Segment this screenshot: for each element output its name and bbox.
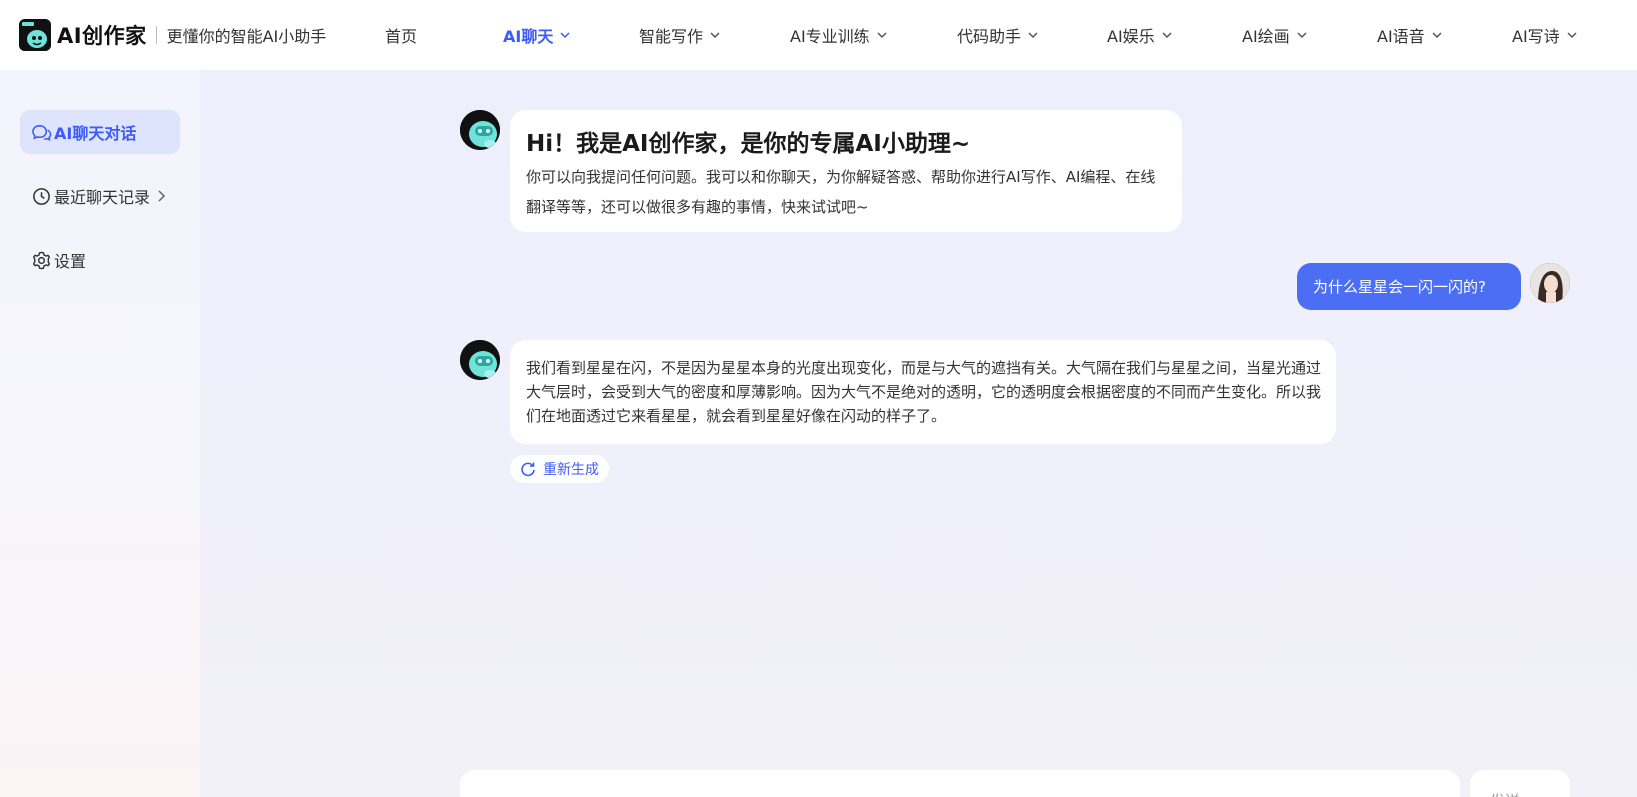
robot-icon — [460, 340, 500, 380]
sidebar-item-label: AI聊天对话 — [54, 124, 137, 143]
answer-text: 我们看到星星在闪，不是因为星星本身的光度出现变化，而是与大气的遮挡有关。大气隔在… — [526, 359, 1322, 425]
nav-label: AI聊天 — [503, 27, 554, 46]
nav-label: AI专业训练 — [790, 27, 870, 46]
chevron-down-icon — [1162, 32, 1172, 39]
nav-ai-chat[interactable]: AI聊天 — [503, 0, 571, 70]
sidebar-item-label: 最近聊天记录 — [54, 188, 151, 207]
nav-smart-writing[interactable]: 智能写作 — [639, 0, 721, 70]
nav-label: AI绘画 — [1242, 27, 1290, 46]
nav-ai-drawing[interactable]: AI绘画 — [1242, 0, 1308, 70]
chevron-down-icon — [1567, 32, 1577, 39]
greeting-title: Hi！我是AI创作家，是你的专属AI小助理~ — [526, 131, 971, 157]
brand-logo-icon — [19, 19, 51, 51]
nav-label: AI语音 — [1377, 27, 1425, 46]
nav-label: AI写诗 — [1512, 27, 1560, 46]
greeting-body: 你可以向我提问任何问题。我可以和你聊天，为你解疑答惑、帮助你进行AI写作、AI编… — [526, 168, 1156, 216]
sidebar-item-label: 设置 — [54, 252, 87, 271]
brand-slogan: 更懂你的智能AI小助手 — [166, 27, 327, 46]
chevron-down-icon — [1297, 32, 1307, 39]
nav-label: 智能写作 — [639, 27, 704, 46]
nav-code-assistant[interactable]: 代码助手 — [957, 0, 1039, 70]
message-input[interactable] — [460, 770, 1460, 797]
gear-icon — [32, 251, 51, 269]
sidebar-item-settings[interactable]: 设置 — [20, 238, 180, 282]
brand-divider — [155, 26, 157, 44]
nav-ai-entertainment[interactable]: AI娱乐 — [1107, 0, 1173, 70]
chevron-down-icon — [877, 32, 887, 39]
clock-icon — [33, 187, 50, 205]
chevron-down-icon — [1432, 32, 1442, 39]
greeting-message: Hi！我是AI创作家，是你的专属AI小助理~ 你可以向我提问任何问题。我可以和你… — [510, 110, 1182, 232]
chat-area: Hi！我是AI创作家，是你的专属AI小助理~ 你可以向我提问任何问题。我可以和你… — [200, 70, 1637, 797]
brand-name: AI创作家 — [57, 24, 147, 48]
sidebar-item-recent-chats[interactable]: 最近聊天记录 — [20, 174, 180, 218]
brand[interactable]: AI创作家 更懂你的智能AI小助手 — [19, 19, 326, 51]
nav-ai-training[interactable]: AI专业训练 — [790, 0, 888, 70]
chat-bubble-icon — [32, 124, 52, 141]
regenerate-label: 重新生成 — [543, 462, 599, 478]
regenerate-button[interactable]: 重新生成 — [510, 455, 609, 483]
user-message-text: 为什么星星会一闪一闪的? — [1313, 278, 1486, 296]
nav-home[interactable]: 首页 — [385, 0, 417, 70]
assistant-avatar — [460, 340, 500, 380]
user-photo-icon — [1530, 263, 1570, 303]
assistant-answer: 我们看到星星在闪，不是因为星星本身的光度出现变化，而是与大气的遮挡有关。大气隔在… — [510, 340, 1336, 444]
send-button[interactable]: 发送 — [1470, 770, 1570, 797]
chevron-down-icon — [710, 32, 720, 39]
nav-ai-voice[interactable]: AI语音 — [1377, 0, 1443, 70]
refresh-icon — [521, 462, 535, 477]
send-label: 发送 — [1490, 790, 1520, 797]
nav-ai-poetry[interactable]: AI写诗 — [1512, 0, 1578, 70]
nav-label: 代码助手 — [957, 27, 1022, 46]
nav-label: 首页 — [385, 27, 418, 46]
user-message: 为什么星星会一闪一闪的? — [1297, 263, 1521, 310]
nav-label: AI娱乐 — [1107, 27, 1155, 46]
chevron-down-icon — [1028, 32, 1038, 39]
robot-icon — [460, 110, 500, 150]
chevron-down-icon — [560, 32, 570, 39]
sidebar: AI聊天对话 最近聊天记录 设置 — [0, 70, 200, 797]
user-avatar — [1530, 263, 1570, 303]
chevron-right-icon — [158, 190, 166, 202]
top-navigation-bar: AI创作家 更懂你的智能AI小助手 首页 AI聊天 智能写作 AI专业训练 代码… — [0, 0, 1637, 70]
assistant-avatar — [460, 110, 500, 150]
sidebar-item-ai-chat[interactable]: AI聊天对话 — [20, 110, 180, 154]
